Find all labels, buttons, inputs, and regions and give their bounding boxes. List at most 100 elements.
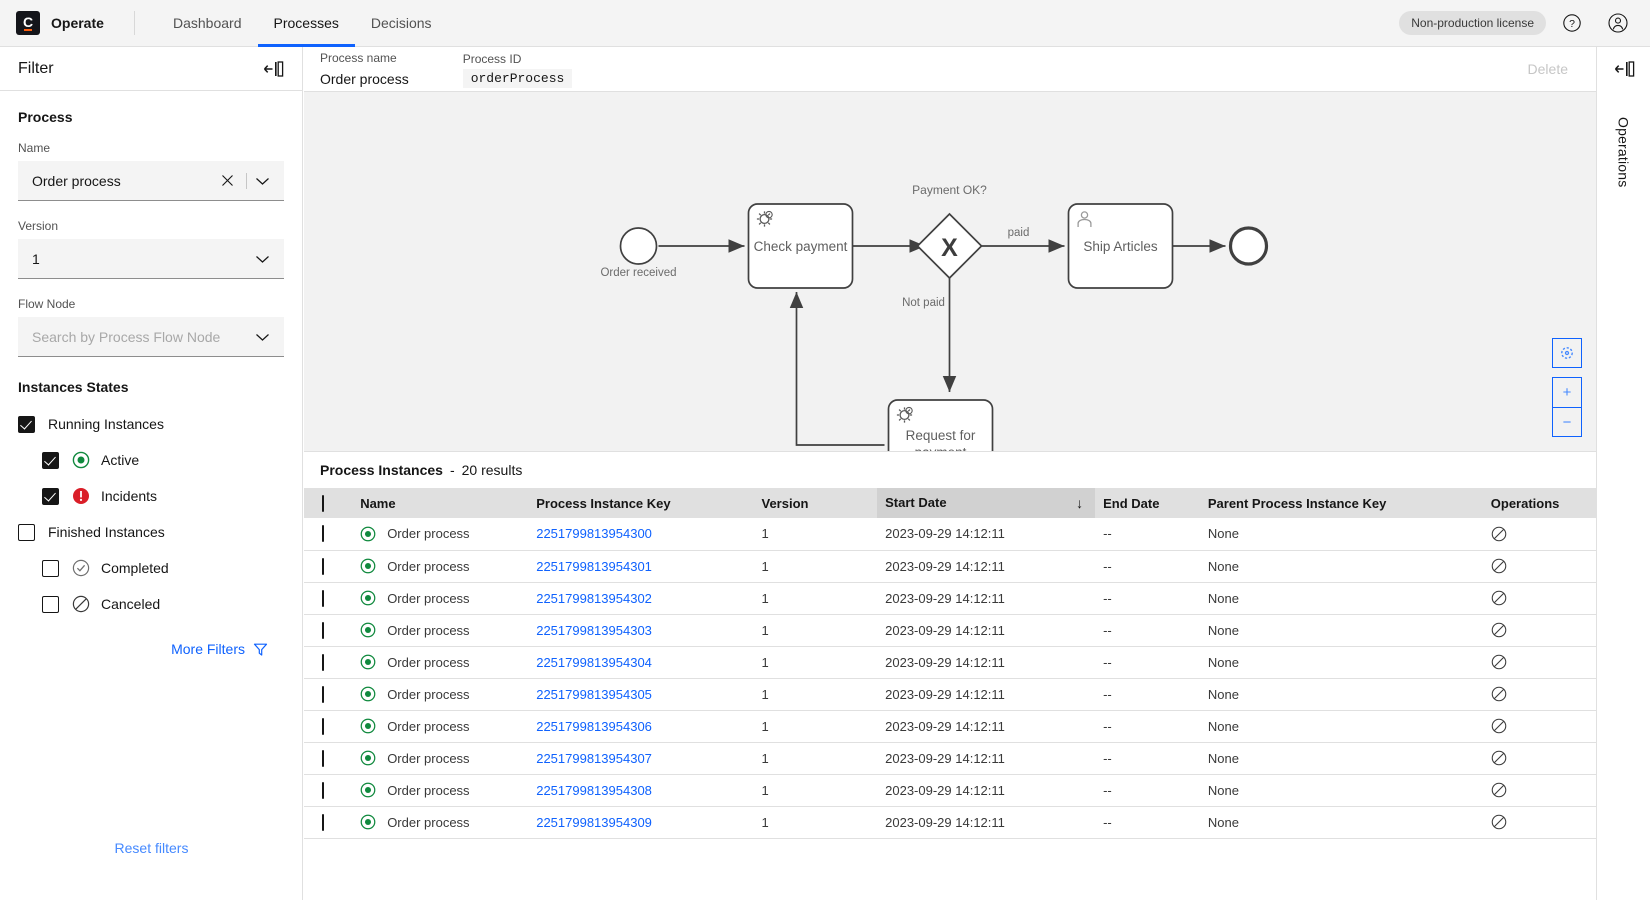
- nav-item-dashboard[interactable]: Dashboard: [157, 0, 258, 47]
- checkbox-box[interactable]: [322, 782, 324, 799]
- chevron-down-icon[interactable]: [251, 254, 274, 264]
- checkbox-running-instances[interactable]: Running Instances: [18, 409, 284, 439]
- checkbox-box[interactable]: [322, 525, 324, 542]
- checkbox-box[interactable]: [42, 452, 59, 469]
- cell-process-instance-key[interactable]: 2251799813954308: [528, 774, 753, 806]
- checkbox-canceled[interactable]: Canceled: [18, 589, 284, 619]
- row-checkbox-cell[interactable]: [304, 614, 352, 646]
- cell-process-instance-key[interactable]: 2251799813954305: [528, 678, 753, 710]
- flow-node-combobox[interactable]: Search by Process Flow Node: [18, 317, 284, 357]
- table-row[interactable]: Order process225179981395430112023-09-29…: [304, 550, 1596, 582]
- table-row[interactable]: Order process225179981395430912023-09-29…: [304, 806, 1596, 838]
- row-checkbox-cell[interactable]: [304, 742, 352, 774]
- process-version-select[interactable]: 1: [18, 239, 284, 279]
- zoom-in-button[interactable]: +: [1552, 377, 1582, 407]
- table-row[interactable]: Order process225179981395430212023-09-29…: [304, 582, 1596, 614]
- row-checkbox-cell[interactable]: [304, 774, 352, 806]
- cell-process-instance-key[interactable]: 2251799813954303: [528, 614, 753, 646]
- checkbox-box[interactable]: [322, 654, 324, 671]
- cell-process-instance-key[interactable]: 2251799813954309: [528, 806, 753, 838]
- user-avatar-icon[interactable]: [1598, 3, 1638, 43]
- checkbox-box[interactable]: [322, 590, 324, 607]
- cell-operations[interactable]: [1483, 582, 1596, 614]
- cancel-operation-icon[interactable]: [1491, 718, 1588, 734]
- header-name[interactable]: Name: [352, 488, 528, 518]
- process-instance-key-link[interactable]: 2251799813954307: [536, 751, 652, 766]
- cell-operations[interactable]: [1483, 646, 1596, 678]
- row-checkbox-cell[interactable]: [304, 518, 352, 550]
- process-instance-key-link[interactable]: 2251799813954308: [536, 783, 652, 798]
- cancel-operation-icon[interactable]: [1491, 526, 1588, 542]
- more-filters-button[interactable]: More Filters: [18, 641, 284, 657]
- checkbox-box[interactable]: [18, 416, 35, 433]
- checkbox-box[interactable]: [322, 750, 324, 767]
- table-row[interactable]: Order process225179981395430012023-09-29…: [304, 518, 1596, 550]
- cell-operations[interactable]: [1483, 550, 1596, 582]
- cell-process-instance-key[interactable]: 2251799813954306: [528, 710, 753, 742]
- cancel-operation-icon[interactable]: [1491, 558, 1588, 574]
- cancel-operation-icon[interactable]: [1491, 814, 1588, 830]
- reset-filters-button[interactable]: Reset filters: [0, 840, 303, 856]
- checkbox-box[interactable]: [322, 814, 324, 831]
- cell-operations[interactable]: [1483, 742, 1596, 774]
- process-instance-key-link[interactable]: 2251799813954302: [536, 591, 652, 606]
- table-row[interactable]: Order process225179981395430712023-09-29…: [304, 742, 1596, 774]
- chevron-down-icon[interactable]: [251, 332, 274, 342]
- table-row[interactable]: Order process225179981395430312023-09-29…: [304, 614, 1596, 646]
- row-checkbox-cell[interactable]: [304, 678, 352, 710]
- table-row[interactable]: Order process225179981395430812023-09-29…: [304, 774, 1596, 806]
- row-checkbox-cell[interactable]: [304, 550, 352, 582]
- checkbox-box[interactable]: [42, 560, 59, 577]
- help-icon[interactable]: ?: [1552, 3, 1592, 43]
- cell-operations[interactable]: [1483, 518, 1596, 550]
- process-instance-key-link[interactable]: 2251799813954306: [536, 719, 652, 734]
- cell-process-instance-key[interactable]: 2251799813954304: [528, 646, 753, 678]
- chevron-down-icon[interactable]: [251, 176, 274, 186]
- checkbox-box[interactable]: [322, 558, 324, 575]
- cell-process-instance-key[interactable]: 2251799813954302: [528, 582, 753, 614]
- header-end-date[interactable]: End Date: [1095, 488, 1200, 518]
- cell-operations[interactable]: [1483, 806, 1596, 838]
- delete-button[interactable]: Delete: [1528, 61, 1580, 77]
- cancel-operation-icon[interactable]: [1491, 782, 1588, 798]
- cancel-operation-icon[interactable]: [1491, 590, 1588, 606]
- checkbox-box[interactable]: [322, 686, 324, 703]
- checkbox-incidents[interactable]: Incidents: [18, 481, 284, 511]
- cell-operations[interactable]: [1483, 614, 1596, 646]
- checkbox-box[interactable]: [322, 495, 324, 512]
- reset-zoom-icon[interactable]: [1552, 338, 1582, 368]
- cell-process-instance-key[interactable]: 2251799813954300: [528, 518, 753, 550]
- nav-item-processes[interactable]: Processes: [258, 0, 355, 47]
- process-instance-key-link[interactable]: 2251799813954305: [536, 687, 652, 702]
- row-checkbox-cell[interactable]: [304, 806, 352, 838]
- header-parent-process-instance-key[interactable]: Parent Process Instance Key: [1200, 488, 1483, 518]
- checkbox-active[interactable]: Active: [18, 445, 284, 475]
- checkbox-box[interactable]: [42, 596, 59, 613]
- row-checkbox-cell[interactable]: [304, 582, 352, 614]
- cell-operations[interactable]: [1483, 710, 1596, 742]
- header-version[interactable]: Version: [754, 488, 878, 518]
- clear-icon[interactable]: [213, 174, 242, 187]
- collapse-panel-icon[interactable]: [1613, 47, 1635, 91]
- table-row[interactable]: Order process225179981395430612023-09-29…: [304, 710, 1596, 742]
- process-name-combobox[interactable]: Order process: [18, 161, 284, 201]
- process-instance-key-link[interactable]: 2251799813954301: [536, 559, 652, 574]
- cancel-operation-icon[interactable]: [1491, 686, 1588, 702]
- header-start-date[interactable]: Start Date ↓: [877, 488, 1095, 518]
- header-process-instance-key[interactable]: Process Instance Key: [528, 488, 753, 518]
- checkbox-box[interactable]: [322, 622, 324, 639]
- checkbox-box[interactable]: [18, 524, 35, 541]
- cancel-operation-icon[interactable]: [1491, 654, 1588, 670]
- table-row[interactable]: Order process225179981395430512023-09-29…: [304, 678, 1596, 710]
- cancel-operation-icon[interactable]: [1491, 750, 1588, 766]
- checkbox-finished-instances[interactable]: Finished Instances: [18, 517, 284, 547]
- row-checkbox-cell[interactable]: [304, 710, 352, 742]
- table-row[interactable]: Order process225179981395430412023-09-29…: [304, 646, 1596, 678]
- nav-item-decisions[interactable]: Decisions: [355, 0, 448, 47]
- process-instance-key-link[interactable]: 2251799813954309: [536, 815, 652, 830]
- header-select-all[interactable]: [304, 488, 352, 518]
- process-instance-key-link[interactable]: 2251799813954304: [536, 655, 652, 670]
- cell-process-instance-key[interactable]: 2251799813954307: [528, 742, 753, 774]
- bpmn-diagram[interactable]: Order received Check payment X Payment O…: [304, 92, 1596, 452]
- row-checkbox-cell[interactable]: [304, 646, 352, 678]
